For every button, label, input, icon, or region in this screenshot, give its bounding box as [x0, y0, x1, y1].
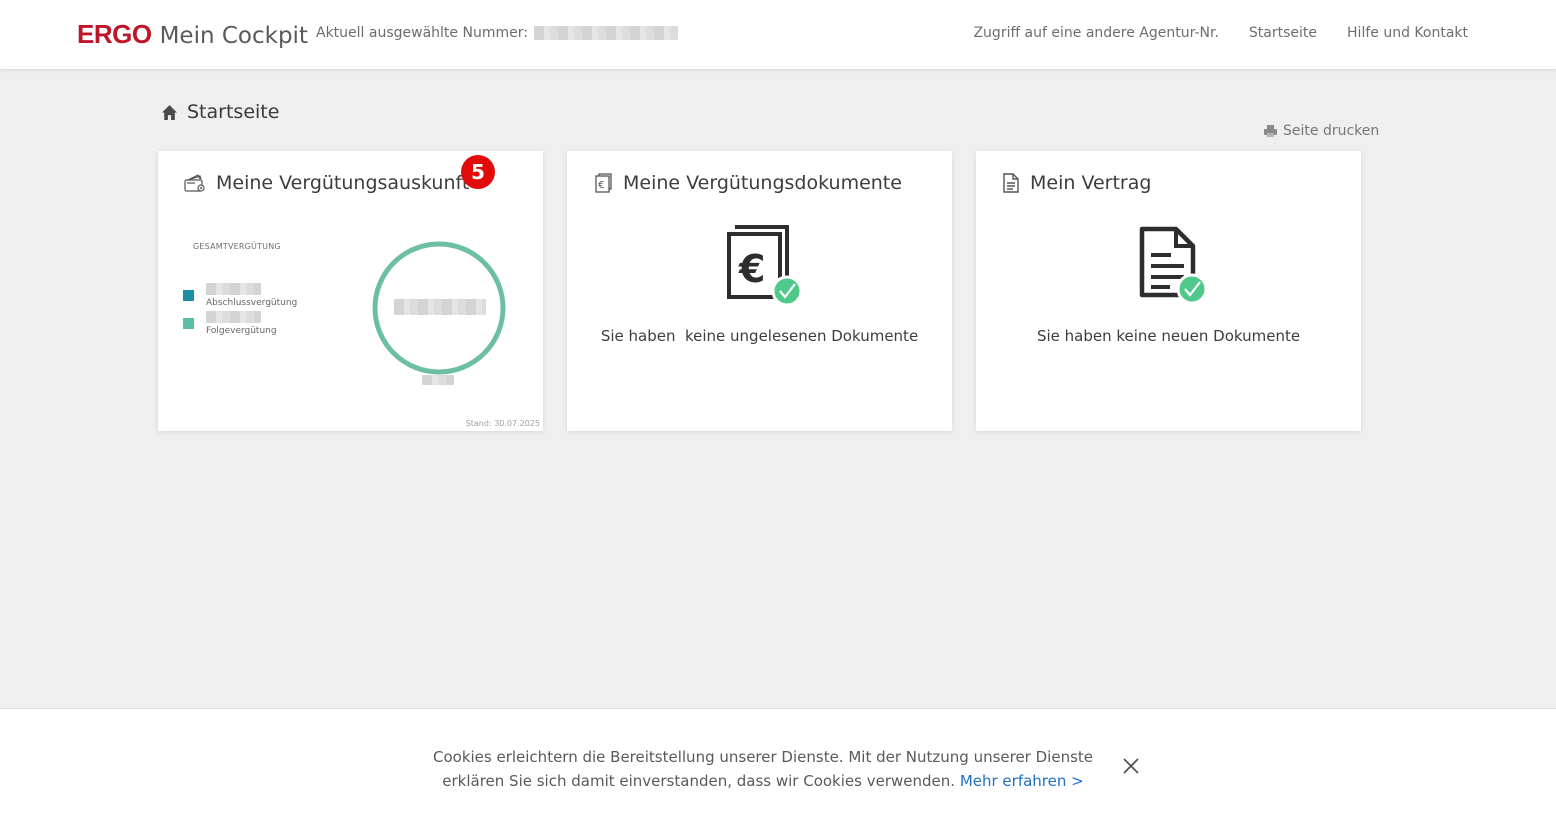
brand-logo[interactable]: ERGO Mein Cockpit — [77, 19, 308, 51]
nav-other-agency[interactable]: Zugriff auf eine andere Agentur-Nr. — [973, 25, 1218, 41]
top-header: ERGO Mein Cockpit Aktuell ausgewählte Nu… — [0, 0, 1556, 70]
svg-text:€: € — [598, 180, 604, 191]
total-compensation-label: GESAMTVERGÜTUNG — [193, 242, 281, 251]
legend-value-redacted — [206, 311, 261, 323]
no-unread-documents-message: Sie haben keine ungelesenen Dokumente — [600, 327, 919, 345]
card-title-text: Mein Vertrag — [1030, 172, 1152, 194]
current-number: Aktuell ausgewählte Nummer: — [316, 25, 678, 41]
cookie-more-link[interactable]: Mehr erfahren > — [960, 772, 1084, 790]
card-verguetungsdokumente[interactable]: € Meine Vergütungsdokumente € Sie haben … — [567, 151, 952, 431]
breadcrumb: Startseite — [161, 101, 279, 123]
card-title-verguetungsauskunft[interactable]: Meine Vergütungsauskunft — [184, 172, 469, 194]
document-icon — [1003, 173, 1019, 193]
card-title-verguetungsdokumente[interactable]: € Meine Vergütungsdokumente — [593, 172, 902, 194]
brand-ergo: ERGO — [77, 19, 152, 49]
card-title-vertrag[interactable]: Mein Vertrag — [1002, 172, 1151, 194]
stand-date: Stand: 30.07.2025 — [465, 419, 540, 428]
donut-value-redacted — [394, 299, 486, 315]
current-number-label: Aktuell ausgewählte Nummer: — [316, 25, 528, 41]
home-icon[interactable] — [161, 104, 178, 121]
legend-label: Folgevergütung — [206, 326, 277, 336]
print-label: Seite drucken — [1283, 123, 1380, 139]
notification-badge: 5 — [461, 155, 495, 189]
legend-swatch-abschluss — [183, 290, 194, 301]
document-checked-icon — [1139, 226, 1208, 305]
card-title-text: Meine Vergütungsdokumente — [623, 172, 902, 194]
legend-swatch-folge — [183, 318, 194, 329]
legend-value-redacted — [206, 283, 261, 295]
app-name: Mein Cockpit — [159, 23, 308, 49]
no-new-documents-message: Sie haben keine neuen Dokumente — [1036, 327, 1301, 345]
donut-subvalue-redacted — [422, 375, 454, 385]
euro-document-icon: € — [595, 173, 612, 193]
page-title: Startseite — [187, 101, 280, 123]
svg-text:€: € — [738, 247, 765, 291]
legend-label: Abschlussvergütung — [206, 298, 298, 308]
top-navigation: Zugriff auf eine andere Agentur-Nr. Star… — [973, 25, 1468, 41]
printer-icon — [1264, 125, 1277, 137]
cookie-text: Cookies erleichtern die Bereitstellung u… — [403, 745, 1123, 793]
cookie-banner: Cookies erleichtern die Bereitstellung u… — [0, 708, 1556, 825]
card-vertrag[interactable]: Mein Vertrag Sie haben keine neuen Dokum… — [976, 151, 1361, 431]
wallet-icon — [184, 174, 205, 192]
current-number-value-redacted — [533, 26, 678, 40]
nav-help-contact[interactable]: Hilfe und Kontakt — [1347, 25, 1468, 41]
nav-startseite[interactable]: Startseite — [1249, 25, 1317, 41]
card-verguetungsauskunft[interactable]: Meine Vergütungsauskunft 5 GESAMTVERGÜTU… — [158, 151, 543, 431]
card-title-text: Meine Vergütungsauskunft — [216, 172, 470, 194]
print-page-link[interactable]: Seite drucken — [1264, 123, 1379, 139]
close-icon[interactable] — [1121, 756, 1141, 776]
euro-documents-checked-icon: € — [727, 225, 803, 307]
